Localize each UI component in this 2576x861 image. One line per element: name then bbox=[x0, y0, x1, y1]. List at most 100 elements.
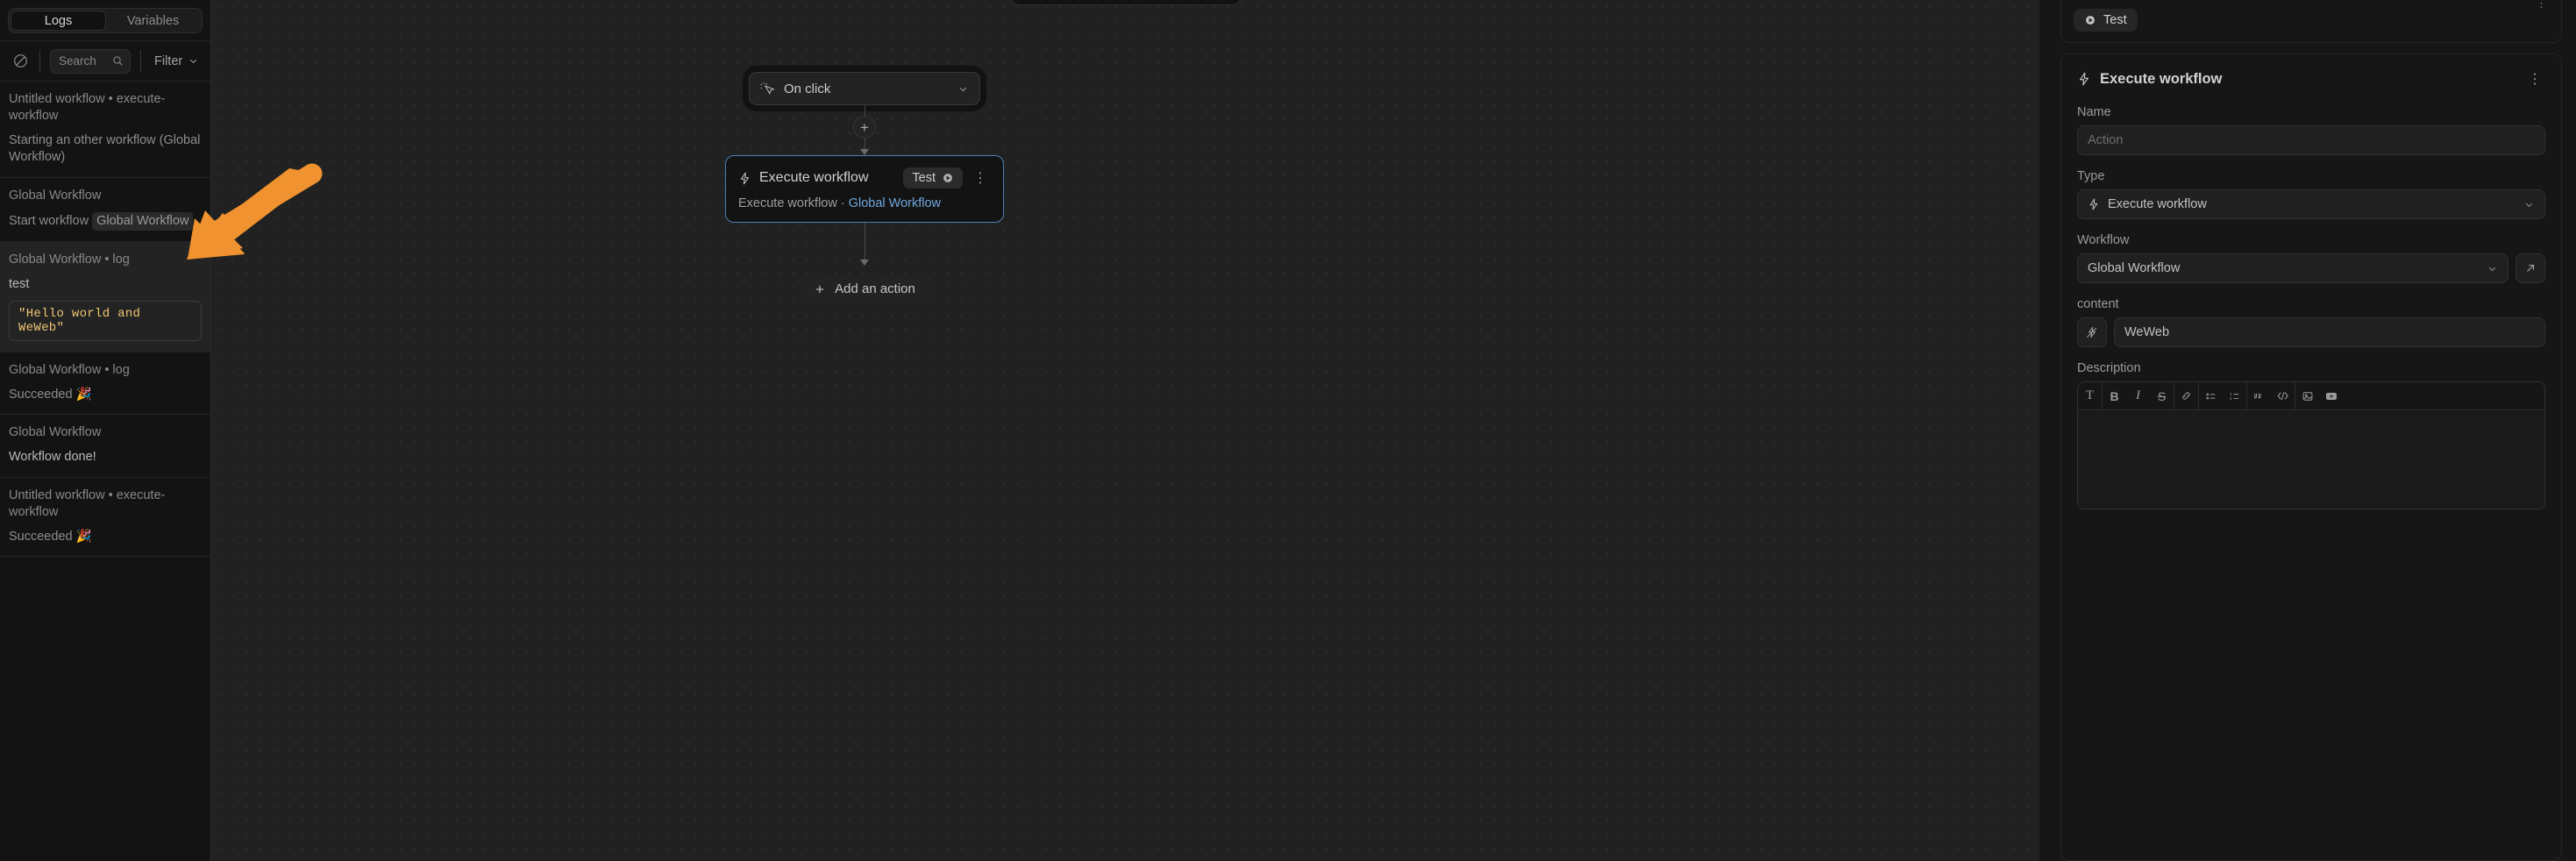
search-icon bbox=[113, 56, 123, 66]
strikethrough-icon[interactable]: S bbox=[2150, 382, 2174, 409]
node-test-label: Test bbox=[912, 171, 936, 185]
field-name: Name Action bbox=[2077, 105, 2545, 155]
log-source: Untitled workflow • execute-workflow bbox=[9, 92, 166, 124]
tab-variables[interactable]: Variables bbox=[106, 11, 200, 31]
chevron-down-icon bbox=[959, 87, 967, 91]
workflow-canvas[interactable]: On click + Execute workflow Test ⋮ Execu… bbox=[211, 0, 2039, 861]
filter-label: Filter bbox=[154, 53, 183, 68]
rte-group-media bbox=[2295, 382, 2343, 409]
add-an-action-button[interactable]: Add an action bbox=[800, 274, 929, 303]
log-list[interactable]: Untitled workflow • execute-workflow Sta… bbox=[0, 82, 210, 861]
cursor-click-icon bbox=[760, 82, 774, 95]
italic-icon[interactable]: I bbox=[2126, 382, 2150, 409]
log-entry[interactable]: Global Workflow • log Succeeded 🎉 bbox=[0, 352, 210, 416]
node-test-button[interactable]: Test bbox=[903, 167, 963, 189]
panel-test-bar: ⋮ Test bbox=[2060, 0, 2562, 43]
workflow-select[interactable]: Global Workflow bbox=[2077, 253, 2508, 283]
name-input-placeholder: Action bbox=[2088, 133, 2124, 147]
chevron-down-icon bbox=[2488, 267, 2496, 271]
action-subtitle-prefix: Execute workflow · bbox=[738, 196, 849, 210]
log-message: Succeeded 🎉 bbox=[9, 388, 92, 402]
log-entry[interactable]: Global Workflow Workflow done! bbox=[0, 415, 210, 478]
description-label: Description bbox=[2077, 361, 2141, 375]
content-input[interactable]: WeWeb bbox=[2114, 317, 2545, 347]
log-entry-highlighted[interactable]: Global Workflow • log test "Hello world … bbox=[0, 241, 210, 352]
log-workflow-chip: Global Workflow bbox=[92, 211, 194, 231]
play-circle-icon bbox=[943, 174, 952, 182]
log-message: Workflow done! bbox=[9, 450, 96, 465]
content-input-value: WeWeb bbox=[2124, 325, 2170, 339]
log-message: test bbox=[9, 276, 30, 291]
content-bind-button[interactable] bbox=[2077, 317, 2107, 347]
quote-icon[interactable] bbox=[2247, 382, 2271, 409]
name-input[interactable]: Action bbox=[2077, 125, 2545, 155]
video-icon[interactable] bbox=[2319, 382, 2343, 409]
text-format-icon[interactable]: T bbox=[2078, 382, 2102, 409]
tab-variables-label: Variables bbox=[126, 13, 180, 28]
panel-title: Execute workflow bbox=[2100, 70, 2223, 87]
trigger-node-on-click[interactable]: On click bbox=[749, 72, 980, 105]
filter-button[interactable]: Filter bbox=[154, 54, 199, 68]
panel-menu-icon[interactable]: ⋮ bbox=[2536, 0, 2547, 11]
add-an-action-label: Add an action bbox=[835, 281, 915, 296]
node-menu-icon[interactable]: ⋮ bbox=[971, 169, 991, 187]
action-node-title: Execute workflow bbox=[759, 170, 869, 185]
tab-logs-label: Logs bbox=[44, 13, 73, 28]
connector-arrowhead bbox=[860, 260, 869, 266]
trigger-label: On click bbox=[784, 81, 831, 96]
logs-toolbar: Search Filter bbox=[0, 40, 210, 82]
svg-text:2: 2 bbox=[2230, 396, 2232, 402]
log-entry[interactable]: Untitled workflow • execute-workflow Suc… bbox=[0, 478, 210, 557]
log-message: Starting an other workflow (Global Workf… bbox=[9, 133, 201, 165]
lightning-bolt-icon bbox=[740, 172, 750, 184]
field-description: Description T B I S 1 2 bbox=[2077, 361, 2545, 509]
bullet-list-icon[interactable] bbox=[2199, 382, 2223, 409]
bold-icon[interactable]: B bbox=[2103, 382, 2126, 409]
panel-header-menu-icon[interactable]: ⋮ bbox=[2525, 70, 2545, 88]
log-message: Start workflow Global Workflow bbox=[9, 211, 202, 231]
chevron-down-icon bbox=[2525, 203, 2533, 207]
search-input[interactable]: Search bbox=[50, 48, 131, 74]
action-node-execute-workflow[interactable]: Execute workflow Test ⋮ Execute workflow… bbox=[725, 155, 1004, 223]
action-subtitle-link[interactable]: Global Workflow bbox=[849, 196, 941, 210]
link-icon[interactable] bbox=[2174, 382, 2198, 409]
type-select[interactable]: Execute workflow bbox=[2077, 189, 2545, 219]
panel-header: Execute workflow ⋮ bbox=[2077, 70, 2545, 88]
image-icon[interactable] bbox=[2295, 382, 2319, 409]
log-source: Untitled workflow • execute-workflow bbox=[9, 487, 166, 519]
chevron-down-icon bbox=[190, 59, 197, 64]
open-workflow-button[interactable] bbox=[2516, 253, 2545, 283]
log-source: Global Workflow bbox=[9, 188, 102, 203]
code-icon[interactable] bbox=[2271, 382, 2295, 409]
workflow-label: Workflow bbox=[2077, 233, 2130, 247]
rte-group-link bbox=[2174, 382, 2199, 409]
log-entry[interactable]: Untitled workflow • execute-workflow Sta… bbox=[0, 82, 210, 178]
rte-group-style: B I S bbox=[2103, 382, 2174, 409]
panel-test-label: Test bbox=[2103, 13, 2127, 27]
svg-text:1: 1 bbox=[2230, 392, 2232, 397]
workflow-editor: Logs Variables Search Filter Untitled wo… bbox=[0, 0, 2576, 861]
log-message: Succeeded 🎉 bbox=[9, 529, 92, 544]
description-textarea[interactable] bbox=[2078, 410, 2544, 509]
rte-toolbar: T B I S 1 2 bbox=[2078, 382, 2544, 410]
lightning-bolt-icon bbox=[2080, 72, 2089, 86]
content-label: content bbox=[2077, 297, 2119, 311]
log-source: Global Workflow bbox=[9, 425, 102, 440]
play-circle-icon bbox=[2086, 16, 2095, 25]
clear-logs-icon[interactable] bbox=[11, 52, 30, 71]
name-label: Name bbox=[2077, 105, 2111, 119]
search-placeholder: Search bbox=[59, 54, 96, 68]
connector-arrowhead bbox=[860, 149, 869, 155]
panel-test-button[interactable]: Test bbox=[2074, 9, 2138, 32]
numbered-list-icon[interactable]: 1 2 bbox=[2223, 382, 2246, 409]
description-rich-text-editor: T B I S 1 2 bbox=[2077, 381, 2545, 509]
plug-bolt-icon bbox=[2087, 326, 2097, 338]
rte-group-lists: 1 2 bbox=[2199, 382, 2247, 409]
action-node-header: Execute workflow Test ⋮ bbox=[738, 167, 991, 189]
log-entry[interactable]: Global Workflow Start workflow Global Wo… bbox=[0, 178, 210, 242]
tab-logs[interactable]: Logs bbox=[11, 11, 106, 31]
add-step-button[interactable]: + bbox=[853, 116, 876, 139]
log-source: Global Workflow • log bbox=[9, 363, 130, 377]
offscreen-node-partial bbox=[1008, 0, 1242, 5]
rte-group-blocks bbox=[2247, 382, 2295, 409]
